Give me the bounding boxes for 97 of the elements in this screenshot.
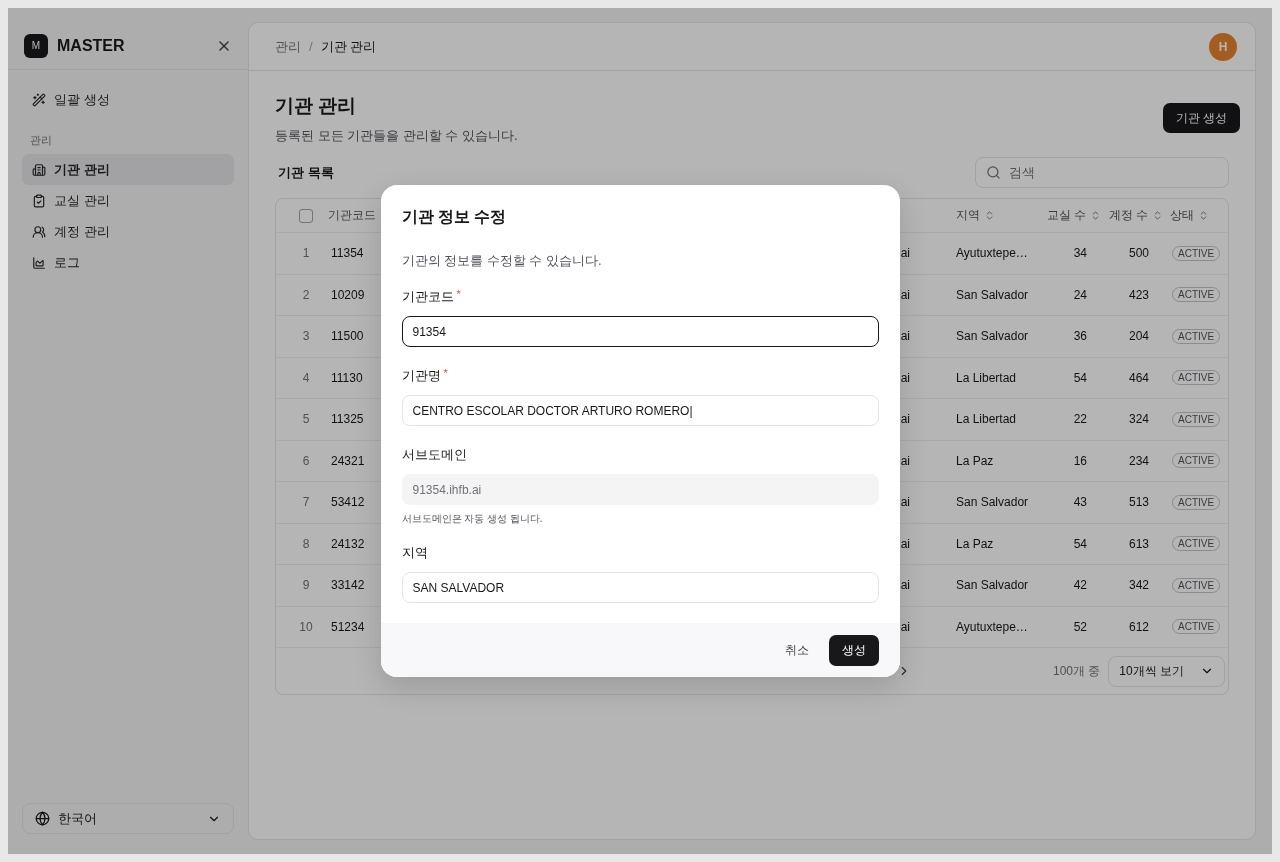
table-cell: 24321 [331, 453, 365, 468]
table-cell: San Salvador [956, 329, 1029, 344]
table-cell: 10209 [331, 287, 365, 302]
breadcrumb-separator: / [309, 39, 313, 54]
table-cell: ai [900, 287, 910, 302]
table-cell: ai [900, 329, 910, 344]
row-number: 7 [302, 495, 310, 510]
row-number: 8 [302, 536, 310, 551]
row-number: 5 [302, 412, 310, 427]
row-number: 10 [299, 619, 313, 634]
row-number: 6 [302, 453, 310, 468]
sidebar-item[interactable]: 일괄 생성 [22, 84, 234, 115]
table-cell: 324 [1128, 412, 1149, 427]
table-cell: ai [900, 370, 910, 385]
sidebar-item[interactable]: 교실 관리 [22, 185, 234, 216]
table-cell: ai [900, 536, 910, 551]
field-label: 지역 [401, 544, 428, 562]
table-cell: 16 [1073, 453, 1087, 468]
total-count: 100개 중 [1052, 662, 1101, 680]
table-cell: 464 [1128, 370, 1149, 385]
table-cell: 22 [1073, 412, 1087, 427]
page-subtitle: 등록된 모든 기관들을 관리할 수 있습니다. [275, 127, 518, 145]
row-number: 2 [302, 287, 310, 302]
row-number: 4 [302, 370, 310, 385]
row-number: 1 [302, 246, 310, 261]
table-cell: La Libertad [956, 412, 1017, 427]
table-cell: 43 [1073, 495, 1087, 510]
table-cell: 24132 [331, 536, 365, 551]
input-field[interactable]: 91354 [401, 316, 879, 347]
input-field[interactable]: CENTRO ESCOLAR DOCTOR ARTURO ROMERO| [401, 395, 879, 426]
table-cell: 613 [1128, 536, 1149, 551]
create-button[interactable]: 기관 생성 [1162, 103, 1240, 133]
table-cell: 11500 [331, 329, 364, 344]
table-cell: 234 [1128, 453, 1149, 468]
sidebar-item[interactable]: 로그 [22, 247, 234, 278]
language-select[interactable]: 한국어 [22, 803, 234, 834]
table-cell: 11354 [331, 246, 364, 261]
table-cell: 52 [1073, 619, 1087, 634]
table-cell: La Libertad [956, 370, 1017, 385]
dialog-description: 기관의 정보를 수정할 수 있습니다. [401, 252, 603, 270]
table-cell: ai [900, 246, 910, 261]
submit-button[interactable]: 생성 [828, 634, 879, 666]
table-cell: La Paz [956, 453, 994, 468]
column-header[interactable]: 상태 [1167, 207, 1228, 224]
row-number: 3 [302, 329, 310, 344]
column-header[interactable]: 계정 수 [1105, 207, 1167, 224]
table-cell: San Salvador [956, 495, 1029, 510]
table-cell: Ayutuxtepe… [956, 246, 1028, 261]
table-cell: 53412 [331, 495, 365, 510]
column-header[interactable]: 교실 수 [1045, 207, 1105, 224]
required-mark: * [443, 367, 448, 381]
breadcrumb-link[interactable]: 관리 [275, 37, 301, 56]
cancel-button[interactable]: 취소 [778, 640, 815, 660]
column-header[interactable]: 지역 [912, 207, 1045, 224]
table-cell: 342 [1128, 578, 1149, 593]
page-title: 기관 관리 [275, 94, 358, 118]
row-number: 9 [302, 578, 310, 593]
list-title: 기관 목록 [277, 163, 334, 182]
table-cell: 51234 [331, 619, 365, 634]
table-cell: 513 [1128, 495, 1149, 510]
sidebar-item[interactable]: 기관 관리 [22, 154, 234, 185]
table-cell: 34 [1073, 246, 1087, 261]
table-cell: ai [900, 578, 910, 593]
help-text: 서브도메인은 자동 생성 됩니다. [401, 512, 544, 526]
table-cell: 423 [1128, 287, 1149, 302]
field-label: 기관코드 [401, 288, 454, 306]
table-cell: San Salvador [956, 578, 1029, 593]
table-cell: 42 [1073, 578, 1087, 593]
table-cell: ai [900, 412, 910, 427]
table-cell: 204 [1128, 329, 1149, 344]
search-field[interactable]: 검색 [975, 157, 1229, 188]
table-cell: 36 [1073, 329, 1087, 344]
table-cell: San Salvador [956, 287, 1029, 302]
breadcrumb-link[interactable]: 기관 관리 [320, 37, 377, 56]
dialog-title: 기관 정보 수정 [401, 207, 508, 227]
input-field[interactable]: SAN SALVADOR [401, 572, 879, 603]
table-cell: La Paz [956, 536, 994, 551]
table-cell: 33142 [331, 578, 365, 593]
app-name: MASTER [57, 36, 126, 55]
required-mark: * [456, 288, 461, 302]
table-cell: 24 [1073, 287, 1087, 302]
table-cell: 11325 [331, 412, 364, 427]
table-cell: 54 [1073, 370, 1087, 385]
table-cell: Ayutuxtepe… [956, 619, 1028, 634]
sidebar-item[interactable]: 계정 관리 [22, 216, 234, 247]
field-label: 기관명 [401, 367, 441, 385]
table-cell: ai [900, 453, 910, 468]
table-cell: ai [900, 495, 910, 510]
table-cell: 500 [1128, 246, 1149, 261]
table-cell: 54 [1073, 536, 1087, 551]
page-size-select[interactable]: 10개씩 보기 [1108, 655, 1225, 687]
table-cell: 11130 [331, 370, 363, 385]
section-label: 관리 [29, 133, 53, 148]
logo-mark: M [24, 33, 48, 58]
table-cell: 612 [1128, 619, 1149, 634]
field-label: 서브도메인 [401, 446, 467, 464]
table-cell: ai [900, 619, 910, 634]
